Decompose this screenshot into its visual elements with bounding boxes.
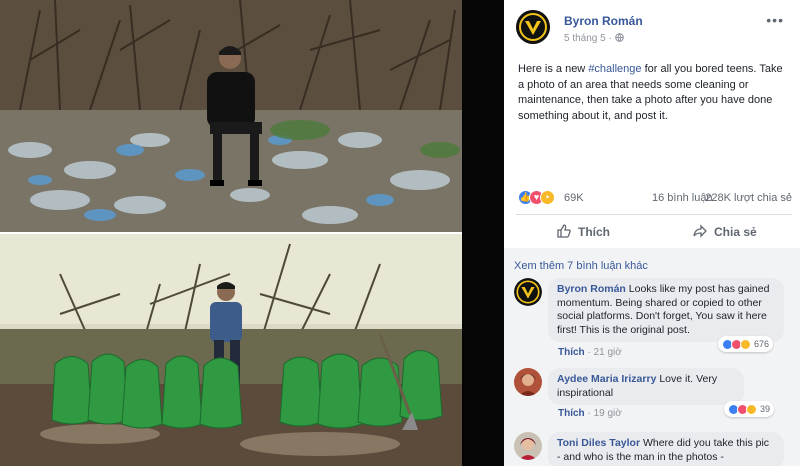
- thumbs-up-icon: [556, 223, 572, 242]
- comment-bubble: Aydee Maria Irizarry Love it. Very inspi…: [548, 368, 744, 405]
- comment-like-button[interactable]: Thích: [558, 347, 585, 358]
- photo-divider: [0, 232, 462, 234]
- post-author-name[interactable]: Byron Román: [564, 14, 643, 28]
- wow-reaction-icon: •: [540, 190, 555, 205]
- post-text-start: Here is a new: [518, 63, 589, 75]
- like-label: Thích: [578, 225, 610, 239]
- commenter-name[interactable]: Aydee Maria Irizarry: [557, 373, 656, 385]
- stats-divider: [516, 214, 792, 215]
- comment-footer: Thích · 19 giờ: [558, 408, 622, 419]
- commenter-avatar[interactable]: [514, 368, 542, 396]
- after-photo: [0, 234, 462, 466]
- hashtag-link[interactable]: #challenge: [588, 63, 641, 75]
- comment-reactions[interactable]: 39: [724, 401, 775, 417]
- commenter-name[interactable]: Byron Román: [557, 283, 626, 295]
- comment-item: Byron Román Looks like my post has gaine…: [514, 278, 794, 358]
- post-photo[interactable]: [0, 0, 462, 466]
- shares-count[interactable]: 228K lượt chia sẻ: [705, 192, 792, 204]
- comment-like-button[interactable]: Thích: [558, 408, 585, 419]
- like-button[interactable]: Thích: [556, 223, 610, 242]
- haha-reaction-icon: [740, 338, 751, 350]
- reactions-count[interactable]: 69K: [564, 192, 584, 204]
- post-text: Here is a new #challenge for all you bor…: [518, 62, 790, 124]
- comment-reactions[interactable]: 676: [718, 336, 774, 352]
- comment-time[interactable]: 19 giờ: [594, 408, 622, 419]
- more-horizontal-icon[interactable]: •••: [766, 12, 784, 28]
- commenter-avatar[interactable]: [514, 432, 542, 460]
- globe-icon: [614, 33, 624, 44]
- see-more-comments-link[interactable]: Xem thêm 7 bình luận khác: [514, 260, 648, 272]
- share-label: Chia sẻ: [714, 225, 757, 239]
- reaction-icons[interactable]: 👍 ♥ •: [518, 190, 555, 206]
- post-actions: Thích Chia sẻ: [516, 218, 792, 246]
- comment-reaction-count: 676: [754, 339, 770, 349]
- haha-reaction-icon: [746, 403, 757, 415]
- post-stats: 👍 ♥ • 69K 16 bình luận 228K lượt chia sẻ: [516, 188, 792, 208]
- share-button[interactable]: Chia sẻ: [692, 223, 757, 242]
- commenter-name[interactable]: Toni Diles Taylor: [557, 437, 640, 449]
- viewer-gutter: [462, 0, 504, 466]
- comments-count[interactable]: 16 bình luận: [652, 192, 713, 204]
- comments-section: Xem thêm 7 bình luận khác Byron Román Lo…: [504, 248, 800, 466]
- author-avatar[interactable]: [516, 10, 550, 44]
- comment-reaction-count: 39: [760, 404, 771, 414]
- post-date[interactable]: 5 tháng 5: [564, 33, 606, 44]
- facebook-post-view: Byron Román 5 tháng 5 · ••• Here is a ne…: [0, 0, 800, 466]
- before-photo: [0, 0, 462, 232]
- comment-bubble: Byron Román Looks like my post has gaine…: [548, 278, 784, 342]
- post-sidebar: Byron Román 5 tháng 5 · ••• Here is a ne…: [504, 0, 800, 466]
- comment-item: Toni Diles Taylor Where did you take thi…: [514, 432, 794, 466]
- post-header: Byron Román 5 tháng 5 · •••: [516, 10, 788, 50]
- share-arrow-icon: [692, 223, 708, 242]
- comment-time[interactable]: 21 giờ: [594, 347, 622, 358]
- post-meta: 5 tháng 5 ·: [564, 33, 624, 44]
- comment-bubble: Toni Diles Taylor Where did you take thi…: [548, 432, 784, 466]
- comment-item: Aydee Maria Irizarry Love it. Very inspi…: [514, 368, 794, 428]
- commenter-avatar[interactable]: [514, 278, 542, 306]
- comment-footer: Thích · 21 giờ: [558, 347, 622, 358]
